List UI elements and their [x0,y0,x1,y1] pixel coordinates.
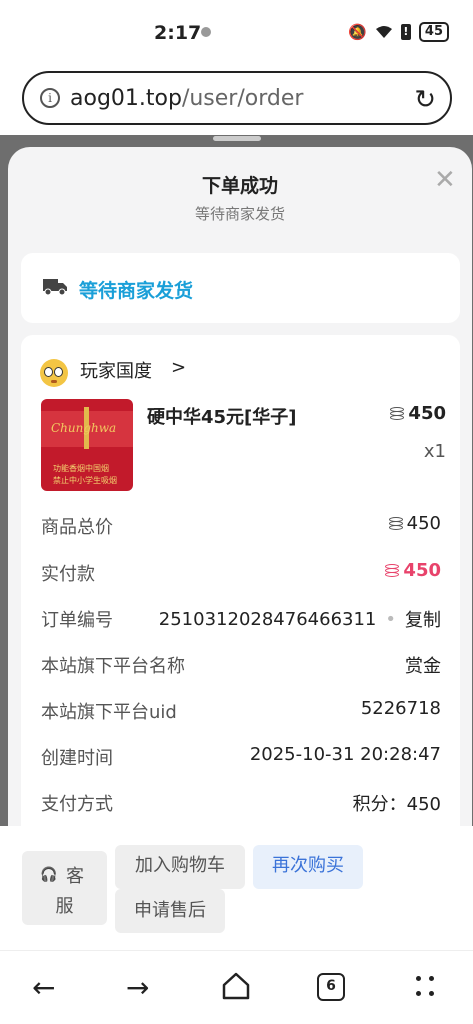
more-menu-icon[interactable] [414,974,436,1000]
total-price-label: 商品总价 [41,517,113,538]
after-sale-button[interactable]: 申请售后 [115,889,225,933]
chevron-right-icon[interactable]: > [171,357,186,378]
sheet-title: 下单成功 [201,175,278,197]
wifi-icon [375,26,392,38]
total-price-value: 450 [388,513,441,534]
back-arrow-icon[interactable]: ← [32,971,55,1004]
url-domain: aog01.top [70,86,182,111]
created-time-value: 2025-10-31 20:28:47 [249,744,441,765]
product-price: 450 [389,403,446,424]
add-to-cart-button[interactable]: 加入购物车 [115,845,245,889]
mute-icon: 🔕 [348,23,367,41]
reload-icon[interactable]: ↻ [414,85,436,115]
product-price-value: 450 [408,403,446,424]
product-image-text-1: 功能香烟中国烟 [53,464,109,473]
shipping-status-card: 等待商家发货 [21,253,460,323]
copy-button[interactable]: 复制 [405,606,441,632]
status-bar: 2:17 🔕 ! 45 [0,0,473,62]
platform-value: 赏金 [405,656,441,677]
url-text[interactable]: aog01.top/user/order [70,86,303,111]
product-image[interactable]: Chunghwa 功能香烟中国烟 禁止中小学生吸烟 [41,399,133,491]
info-icon[interactable]: i [40,88,60,108]
browser-nav-bar: ← → [0,950,473,1024]
order-number-label: 订单编号 [41,610,113,631]
status-time: 2:17 [154,22,202,44]
home-icon[interactable] [221,971,251,1001]
buy-again-button[interactable]: 再次购买 [253,845,363,889]
forward-arrow-icon[interactable]: → [126,971,149,1004]
shipping-status-text: 等待商家发货 [79,280,194,302]
customer-service-label-1: 客 [66,866,84,887]
uid-label: 本站旗下平台uid [41,702,177,723]
order-number: 2510312028476466311 [158,608,377,630]
coin-icon [389,406,405,421]
shop-name[interactable]: 玩家国度 [80,357,152,383]
total-price-amount: 450 [406,513,441,534]
status-icons: 🔕 ! 45 [348,22,449,42]
customer-service-button[interactable]: 🎧 客 服 [22,851,107,925]
close-icon[interactable]: ✕ [434,165,456,195]
order-number-value: 2510312028476466311 • 复制 [159,606,441,632]
url-path: /user/order [181,86,304,111]
sync-icon [201,27,211,37]
product-name[interactable]: 硬中华45元[华子] [147,403,297,429]
tabs-count-button[interactable]: 6 [317,973,345,1001]
coin-icon [384,563,400,578]
coin-icon [388,516,404,531]
headset-icon: 🎧 [40,867,58,883]
created-time-label: 创建时间 [41,748,113,769]
payment-method-value: 积分：450 [352,794,441,815]
battery-icon: 45 [418,22,449,42]
paid-amount: 450 [403,560,441,581]
shop-avatar [40,359,68,387]
payment-method-label: 支付方式 [41,794,113,815]
platform-label: 本站旗下平台名称 [41,656,185,677]
product-quantity: x1 [423,441,446,462]
address-bar[interactable]: i aog01.top/user/order ↻ [22,71,452,125]
uid-value: 5226718 [360,698,441,719]
paid-label: 实付款 [41,564,95,585]
customer-service-label-2: 服 [55,896,74,917]
product-image-text-2: 禁止中小学生吸烟 [53,476,117,485]
sheet-subtitle: 等待商家发货 [194,205,285,223]
sheet-handle[interactable] [213,136,261,141]
truck-icon [43,279,67,295]
product-image-brand: Chunghwa [51,421,117,435]
order-action-bar: 🎧 客 服 加入购物车 再次购买 申请售后 [0,826,473,950]
paid-value: 450 [384,560,441,581]
alert-icon: ! [400,24,411,40]
